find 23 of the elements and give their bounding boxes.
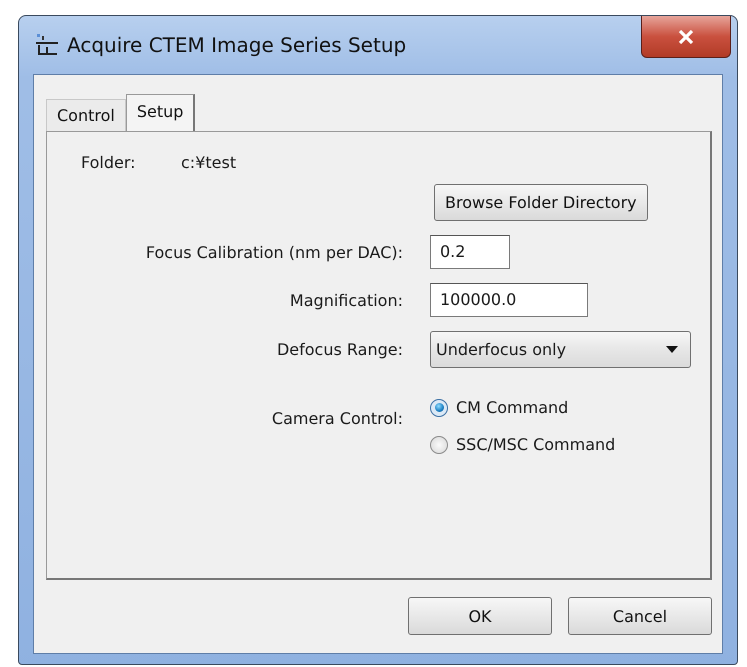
folder-path: c:¥test — [181, 152, 236, 172]
tab[interactable]: Control — [46, 99, 126, 131]
close-button[interactable] — [641, 16, 731, 58]
window-title: Acquire CTEM Image Series Setup — [67, 33, 406, 57]
radio-option[interactable]: SSC/MSC Command — [430, 435, 616, 454]
tab[interactable]: Setup — [126, 94, 196, 131]
folder-label: Folder: — [81, 152, 137, 172]
dialog-button[interactable]: Cancel — [568, 597, 712, 635]
radio-button[interactable] — [430, 436, 448, 454]
caret-icon — [666, 346, 678, 353]
field-label: Defocus Range: — [276, 340, 403, 359]
dropdown[interactable]: Underfocus only — [430, 331, 691, 368]
input-field[interactable]: 100000.0 — [430, 283, 588, 317]
close-icon — [678, 30, 694, 44]
radio-option[interactable]: CM Command — [430, 398, 568, 417]
field-label: Camera Control: — [270, 408, 403, 428]
field-label: Focus Calibration (nm per DAC): — [144, 242, 403, 262]
dialog-button[interactable]: OK — [408, 597, 552, 635]
field-label: Magnification: — [288, 290, 403, 310]
input-field[interactable]: 0.2 — [430, 235, 510, 269]
radio-button[interactable] — [430, 398, 448, 416]
app-icon — [35, 32, 59, 58]
browse-button[interactable]: Browse Folder Directory — [434, 184, 648, 221]
